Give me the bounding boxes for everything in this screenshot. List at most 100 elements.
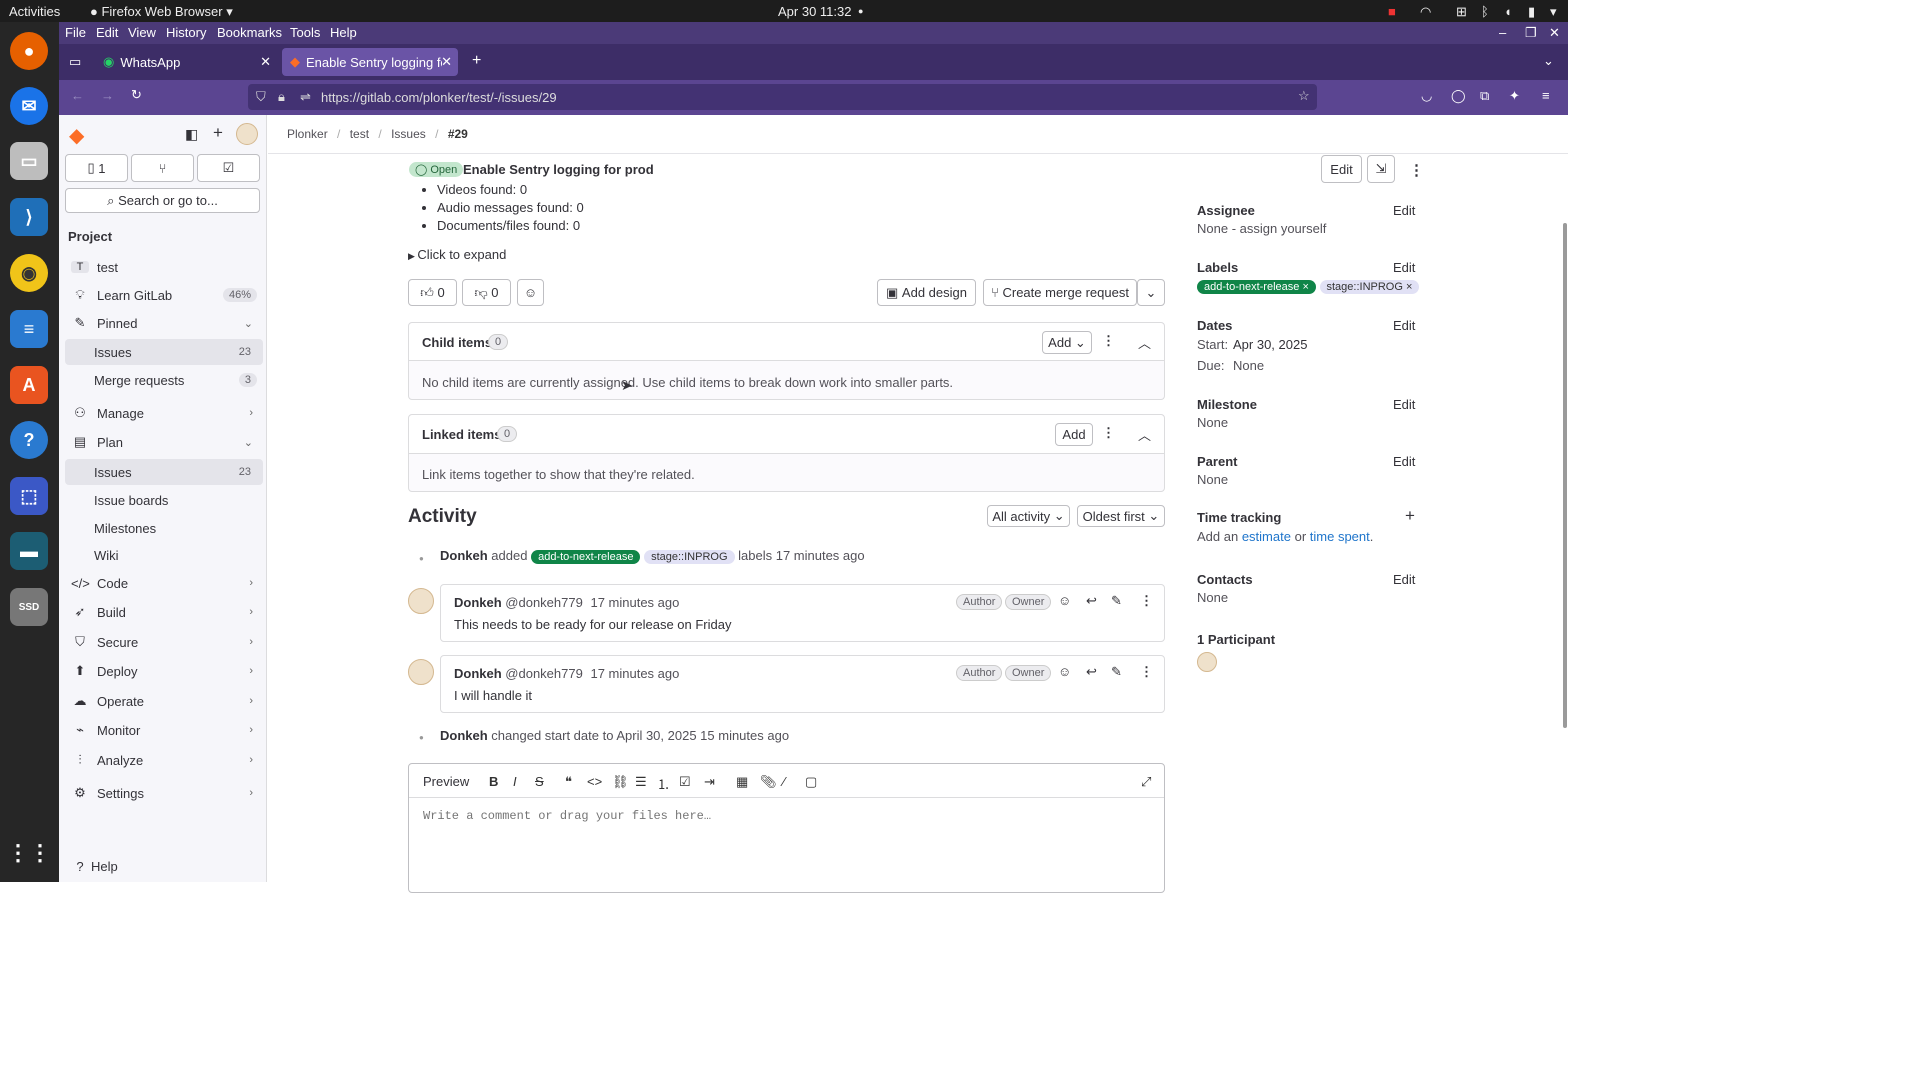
code-icon[interactable]: <> — [587, 774, 602, 789]
time-spent-link[interactable]: time spent — [1310, 529, 1370, 544]
vscode-icon[interactable]: ⟩ — [10, 198, 48, 236]
note-author[interactable]: Donkeh — [454, 595, 502, 610]
battery-icon[interactable]: ▮ — [1528, 4, 1535, 20]
todo-add-button[interactable]: ⇲ — [1367, 155, 1395, 183]
screenshot-icon[interactable]: ⬚ — [10, 477, 48, 515]
comment-template-icon[interactable]: ▢ — [805, 774, 817, 790]
firefox-icon[interactable]: ● — [10, 32, 48, 70]
more-actions-icon[interactable]: ⋮ — [1409, 161, 1424, 179]
add-design-button[interactable]: ▣ Add design — [877, 279, 976, 306]
preview-tab[interactable]: Preview — [423, 774, 469, 789]
permissions-icon[interactable]: ⇌ — [300, 89, 311, 105]
note-handle[interactable]: @donkeh779 — [505, 595, 583, 610]
back-icon[interactable]: ← — [71, 88, 84, 103]
sidebar-section-build[interactable]: ➶ Build › — [65, 599, 263, 625]
system-menu-chevron-icon[interactable]: ▾ — [1550, 4, 1557, 20]
network-wired-icon[interactable]: ⊞ — [1456, 4, 1467, 20]
list-tabs-icon[interactable]: ⌄ — [1543, 53, 1554, 69]
estimate-link[interactable]: estimate — [1242, 529, 1291, 544]
sidebar-section-monitor[interactable]: ⌁ Monitor › — [65, 717, 263, 743]
add-linked-item-button[interactable]: Add — [1055, 423, 1093, 446]
reply-icon[interactable]: ↩ — [1086, 664, 1097, 680]
add-reaction-icon[interactable]: ☺ — [1058, 664, 1071, 679]
sidebar-item-issue-boards[interactable]: Issue boards — [65, 487, 263, 513]
sidebar-item-wiki[interactable]: Wiki — [65, 542, 263, 568]
url-text[interactable]: https://gitlab.com/plonker/test/-/issues… — [321, 90, 557, 105]
pocket-icon[interactable]: ◡ — [1421, 88, 1432, 104]
child-items-more-icon[interactable]: ⋮ — [1102, 333, 1115, 349]
todo-list-button[interactable]: ☑ — [197, 154, 260, 182]
sidebar-item-learn-gitlab[interactable]: 💡︎ Learn GitLab 46% — [65, 282, 263, 308]
avatar[interactable] — [408, 659, 434, 685]
terminal-icon[interactable]: ▬ — [10, 532, 48, 570]
add-reaction-button[interactable]: ☺ — [517, 279, 544, 306]
activities-button[interactable]: Activities — [9, 4, 60, 19]
collapse-sidebar-icon[interactable]: ◧ — [185, 126, 198, 143]
minimize-window-icon[interactable]: – — [1499, 25, 1506, 40]
menu-help[interactable]: Help — [330, 25, 357, 40]
collapse-chevron-up-icon[interactable]: ︿ — [1138, 425, 1151, 444]
bullet-list-icon[interactable]: ☰ — [635, 774, 647, 790]
screen-record-icon[interactable]: ■ — [1388, 4, 1396, 19]
create-merge-request-button[interactable]: ⑂ Create merge request — [983, 279, 1137, 306]
quote-icon[interactable]: ❝ — [565, 774, 572, 790]
more-actions-icon[interactable]: ⋮ — [1140, 593, 1153, 609]
label-badge[interactable]: stage::INPROG × — [1319, 280, 1420, 294]
task-list-icon[interactable]: ☑ — [679, 774, 691, 790]
note-time[interactable]: 17 minutes ago — [590, 666, 679, 681]
collapse-chevron-up-icon[interactable]: ︿ — [1138, 333, 1151, 352]
add-child-item-button[interactable]: Add ⌄ — [1042, 331, 1092, 354]
extensions-icon[interactable]: ⧉ — [1480, 88, 1489, 104]
table-icon[interactable]: ▦ — [736, 774, 748, 790]
event-user[interactable]: Donkeh — [440, 728, 488, 743]
sidebar-item-pinned-merge-requests[interactable]: Merge requests 3 — [65, 367, 263, 393]
quick-action-icon[interactable]: ⁄ — [783, 774, 785, 789]
forward-icon[interactable]: → — [101, 88, 114, 103]
network-icon[interactable]: ◠ — [1420, 4, 1431, 20]
label-badge[interactable]: stage::INPROG — [644, 550, 735, 564]
edit-pencil-icon[interactable]: ✎ — [1111, 593, 1122, 609]
clock[interactable]: Apr 30 11:32 — [778, 4, 851, 19]
app-menu[interactable]: ● Firefox Web Browser ▾ — [90, 4, 233, 20]
account-icon[interactable]: ◯ — [1451, 88, 1466, 104]
close-window-icon[interactable]: ✕ — [1549, 25, 1560, 41]
sidebar-section-operate[interactable]: ☁ Operate › — [65, 688, 263, 714]
app-center-icon[interactable]: A — [10, 366, 48, 404]
reload-icon[interactable]: ↻ — [131, 87, 142, 103]
link-icon[interactable]: ⛓ — [612, 774, 629, 790]
menu-history[interactable]: History — [166, 25, 206, 40]
menu-file[interactable]: File — [65, 25, 86, 40]
remove-label-icon[interactable]: × — [1299, 281, 1308, 293]
menu-bookmarks[interactable]: Bookmarks — [217, 25, 282, 40]
volume-icon[interactable]: ◖ — [1504, 4, 1512, 19]
sidebar-section-plan[interactable]: ▤ Plan ⌄ — [65, 429, 263, 455]
note-author[interactable]: Donkeh — [454, 666, 502, 681]
fullscreen-icon[interactable]: ⤢ — [1141, 774, 1151, 790]
files-icon[interactable]: ▭ — [10, 142, 48, 180]
bookmark-star-icon[interactable]: ☆ — [1298, 88, 1310, 104]
lock-icon[interactable]: 🔒︎ — [278, 89, 285, 105]
indent-icon[interactable]: ⇥ — [704, 774, 715, 790]
breadcrumb-item[interactable]: test — [350, 127, 369, 141]
note-time[interactable]: 17 minutes ago — [590, 595, 679, 610]
menu-tools[interactable]: Tools — [290, 25, 320, 40]
assignee-value[interactable]: None - assign yourself — [1197, 221, 1326, 236]
bold-icon[interactable]: B — [489, 774, 498, 789]
contacts-edit-link[interactable]: Edit — [1393, 572, 1415, 587]
help-icon[interactable]: ? — [10, 421, 48, 459]
shield-icon[interactable]: ⛉ — [256, 89, 266, 105]
thumbs-up-button[interactable]: 👍︎ 0 — [408, 279, 457, 306]
sidebar-section-secure[interactable]: ⛉ Secure › — [65, 629, 263, 655]
create-new-icon[interactable]: + — [213, 123, 223, 143]
linked-items-more-icon[interactable]: ⋮ — [1102, 425, 1115, 441]
dates-edit-link[interactable]: Edit — [1393, 318, 1415, 333]
more-actions-icon[interactable]: ⋮ — [1140, 664, 1153, 680]
label-badge[interactable]: add-to-next-release — [531, 550, 641, 564]
restore-window-icon[interactable]: ❐ — [1525, 25, 1537, 41]
activity-sort-dropdown[interactable]: Oldest first ⌄ — [1077, 505, 1165, 527]
app-grid-icon[interactable]: ⋮⋮ — [7, 834, 51, 872]
addon-icon[interactable]: ✦ — [1509, 88, 1520, 104]
reply-icon[interactable]: ↩ — [1086, 593, 1097, 609]
event-user[interactable]: Donkeh — [440, 548, 488, 563]
note-handle[interactable]: @donkeh779 — [505, 666, 583, 681]
